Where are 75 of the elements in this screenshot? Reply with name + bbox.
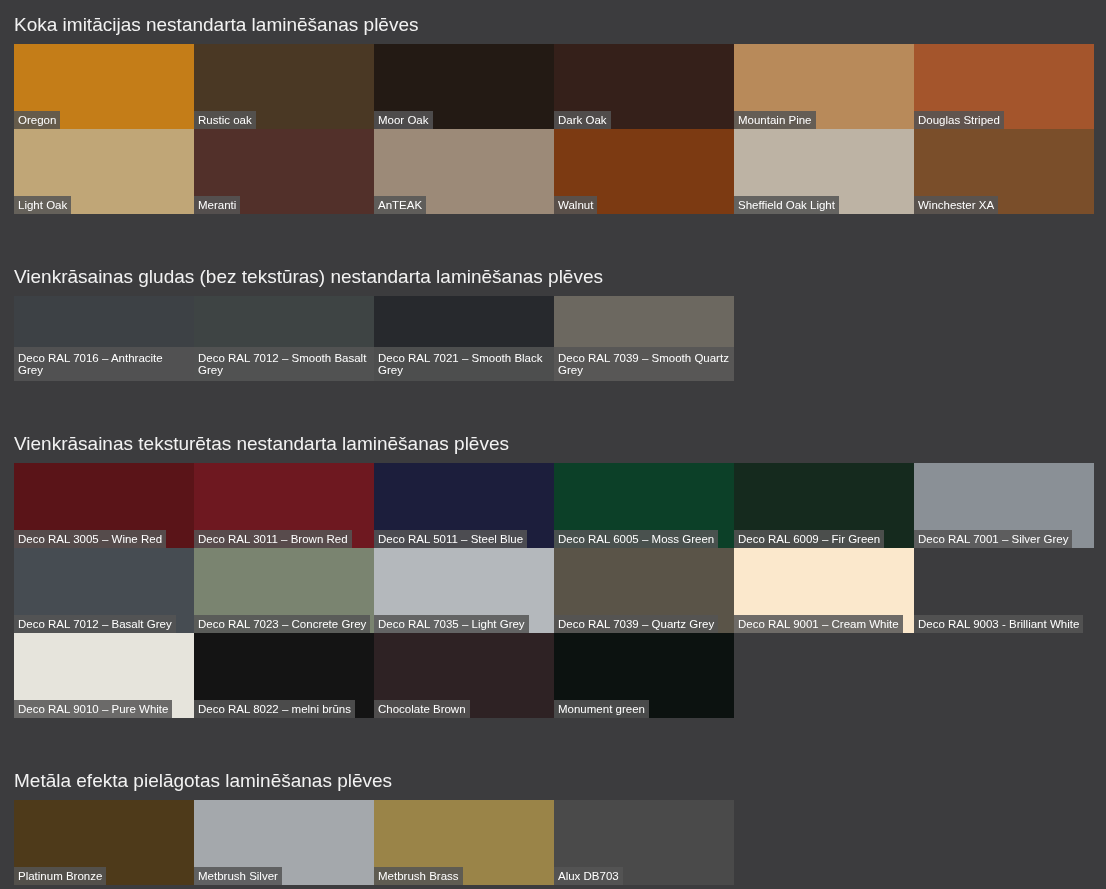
color-swatch[interactable]: Deco RAL 5011 – Steel Blue (374, 463, 554, 548)
color-swatch[interactable]: Monument green (554, 633, 734, 718)
color-swatch[interactable]: Light Oak (14, 129, 194, 214)
swatch-label: Deco RAL 6005 – Moss Green (554, 530, 719, 548)
swatch-label: Deco RAL 7039 – Smooth Quartz Grey (554, 347, 734, 381)
color-swatch[interactable]: Rustic oak (194, 44, 374, 129)
swatch-label: Monument green (554, 700, 649, 718)
color-swatch[interactable]: Deco RAL 7012 – Basalt Grey (14, 548, 194, 633)
swatch-label: Deco RAL 7012 – Smooth Basalt Grey (194, 347, 374, 381)
color-swatch[interactable]: Walnut (554, 129, 734, 214)
color-swatch[interactable]: Deco RAL 7001 – Silver Grey (914, 463, 1094, 548)
swatch-label: Meranti (194, 196, 241, 214)
color-swatch[interactable]: Meranti (194, 129, 374, 214)
color-swatch[interactable]: Deco RAL 7016 – Anthracite Grey (14, 296, 194, 381)
swatch-label: Deco RAL 7035 – Light Grey (374, 615, 529, 633)
swatch-label: Deco RAL 5011 – Steel Blue (374, 530, 528, 548)
swatch-label: Deco RAL 8022 – melni brūns (194, 700, 355, 718)
color-swatch[interactable]: Chocolate Brown (374, 633, 554, 718)
color-swatch[interactable]: Deco RAL 7021 – Smooth Black Grey (374, 296, 554, 381)
swatch-label: AnTEAK (374, 196, 427, 214)
swatch-label: Light Oak (14, 196, 72, 214)
color-swatch[interactable]: Douglas Striped (914, 44, 1094, 129)
swatch-label: Metbrush Silver (194, 867, 282, 885)
swatch-label: Moor Oak (374, 111, 433, 129)
swatch-label: Douglas Striped (914, 111, 1004, 129)
color-swatch[interactable]: Deco RAL 7012 – Smooth Basalt Grey (194, 296, 374, 381)
color-swatch[interactable]: Alux DB703 (554, 800, 734, 885)
color-swatch[interactable]: Deco RAL 7039 – Quartz Grey (554, 548, 734, 633)
section-heading: Koka imitācijas nestandarta laminēšanas plēves (14, 13, 420, 37)
color-swatch[interactable]: Platinum Bronze (14, 800, 194, 885)
swatch-label: Deco RAL 7039 – Quartz Grey (554, 615, 719, 633)
color-swatch[interactable]: Dark Oak (554, 44, 734, 129)
swatch-label: Oregon (14, 111, 61, 129)
color-swatch[interactable]: Oregon (14, 44, 194, 129)
color-swatch[interactable]: Deco RAL 3011 – Brown Red (194, 463, 374, 548)
color-swatch[interactable]: Metbrush Silver (194, 800, 374, 885)
color-swatch[interactable]: Deco RAL 8022 – melni brūns (194, 633, 374, 718)
swatch-label: Deco RAL 6009 – Fir Green (734, 530, 885, 548)
color-swatch[interactable]: Deco RAL 6009 – Fir Green (734, 463, 914, 548)
swatch-label: Deco RAL 7012 – Basalt Grey (14, 615, 176, 633)
color-swatch[interactable]: Deco RAL 7039 – Smooth Quartz Grey (554, 296, 734, 381)
swatch-label: Walnut (554, 196, 598, 214)
color-swatch[interactable]: Deco RAL 7035 – Light Grey (374, 548, 554, 633)
color-swatch[interactable]: Sheffield Oak Light (734, 129, 914, 214)
swatch-label: Deco RAL 7001 – Silver Grey (914, 530, 1073, 548)
swatch-label: Alux DB703 (554, 867, 623, 885)
section-heading: Vienkrāsainas gludas (bez tekstūras) nestandarta laminēšanas plēves (14, 265, 604, 289)
swatch-label: Deco RAL 3011 – Brown Red (194, 530, 352, 548)
swatch-label: Rustic oak (194, 111, 256, 129)
color-swatch[interactable]: Metbrush Brass (374, 800, 554, 885)
color-swatch[interactable]: Winchester XA (914, 129, 1094, 214)
color-swatch[interactable]: Deco RAL 7023 – Concrete Grey (194, 548, 374, 633)
section-heading: Metāla efekta pielāgotas laminēšanas plēves (14, 769, 394, 793)
swatch-label: Winchester XA (914, 196, 999, 214)
swatch-label: Sheffield Oak Light (734, 196, 839, 214)
color-swatch[interactable]: AnTEAK (374, 129, 554, 214)
color-swatch[interactable]: Deco RAL 3005 – Wine Red (14, 463, 194, 548)
swatch-label: Deco RAL 7021 – Smooth Black Grey (374, 347, 554, 381)
color-swatch[interactable]: Deco RAL 9001 – Cream White (734, 548, 914, 633)
swatch-label: Deco RAL 3005 – Wine Red (14, 530, 167, 548)
swatch-label: Dark Oak (554, 111, 611, 129)
color-swatch[interactable]: Mountain Pine (734, 44, 914, 129)
swatch-label: Deco RAL 7016 – Anthracite Grey (14, 347, 194, 381)
swatch-label: Platinum Bronze (14, 867, 107, 885)
color-swatch[interactable]: Deco RAL 9010 – Pure White (14, 633, 194, 718)
swatch-label: Deco RAL 9010 – Pure White (14, 700, 173, 718)
swatch-label: Chocolate Brown (374, 700, 470, 718)
swatch-label: Deco RAL 9001 – Cream White (734, 615, 903, 633)
swatch-label: Deco RAL 7023 – Concrete Grey (194, 615, 371, 633)
section-heading: Vienkrāsainas teksturētas nestandarta laminēšanas plēves (14, 432, 510, 456)
swatch-label: Mountain Pine (734, 111, 816, 129)
swatch-label: Deco RAL 9003 - Brilliant White (914, 615, 1084, 633)
color-swatch[interactable]: Moor Oak (374, 44, 554, 129)
swatch-label: Metbrush Brass (374, 867, 463, 885)
color-swatch[interactable]: Deco RAL 6005 – Moss Green (554, 463, 734, 548)
